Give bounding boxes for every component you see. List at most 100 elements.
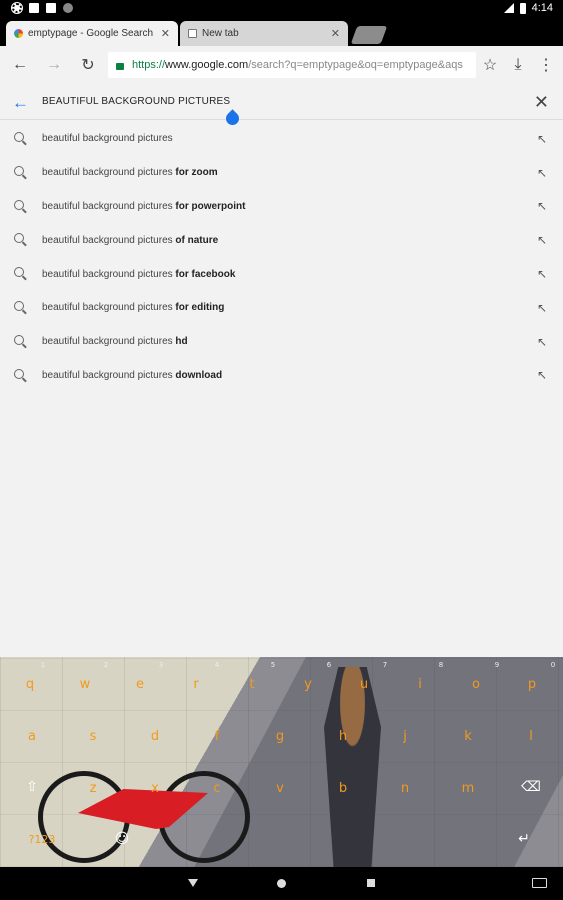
- battery-icon: [519, 2, 526, 14]
- suggestion-text: beautiful background pictures download: [42, 369, 223, 381]
- key-q[interactable]: q: [10, 677, 50, 692]
- key-z[interactable]: z: [73, 781, 113, 796]
- fill-query-icon[interactable]: ↖: [537, 166, 547, 180]
- nav-back-icon[interactable]: [188, 879, 198, 887]
- key-v[interactable]: v: [260, 781, 300, 796]
- key-a[interactable]: a: [12, 729, 52, 744]
- suggestion-text: beautiful background pictures of nature: [42, 234, 219, 246]
- search-icon: [14, 233, 24, 244]
- key-b[interactable]: b: [323, 781, 363, 796]
- suggestion-item[interactable]: beautiful background pictures for zoom ↖: [0, 156, 563, 190]
- emoji-key[interactable]: ☺: [102, 831, 142, 847]
- suggestion-item[interactable]: beautiful background pictures for facebo…: [0, 257, 563, 291]
- search-bar: ← BEAUTIFUL BACKGROUND PICTURES ✕: [0, 88, 563, 120]
- suggestion-text: beautiful background pictures hd: [42, 336, 188, 348]
- key-hint: 8: [438, 661, 444, 669]
- space-key[interactable]: [180, 835, 430, 853]
- suggestion-item[interactable]: beautiful background pictures of nature …: [0, 223, 563, 257]
- forward-button[interactable]: →: [43, 54, 65, 76]
- key-r[interactable]: r: [176, 677, 216, 692]
- search-input[interactable]: BEAUTIFUL BACKGROUND PICTURES: [42, 96, 230, 107]
- suggestion-item[interactable]: beautiful background pictures download ↖: [0, 359, 563, 393]
- key-hint: 0: [550, 661, 556, 669]
- key-w[interactable]: w: [65, 677, 105, 692]
- lock-icon: [116, 62, 124, 70]
- key-f[interactable]: f: [197, 729, 237, 744]
- suggestion-text: beautiful background pictures: [42, 133, 173, 145]
- key-x[interactable]: x: [135, 781, 175, 796]
- key-m[interactable]: m: [448, 781, 488, 796]
- page-icon: [188, 29, 197, 38]
- key-c[interactable]: c: [197, 781, 237, 796]
- fill-query-icon[interactable]: ↖: [537, 301, 547, 315]
- download-icon[interactable]: ⤓: [507, 54, 529, 76]
- symbols-key[interactable]: ?123: [22, 833, 62, 846]
- clear-search-icon[interactable]: ✕: [534, 92, 549, 113]
- key-y[interactable]: y: [288, 677, 328, 692]
- backspace-key[interactable]: ⌫: [511, 779, 551, 795]
- key-s[interactable]: s: [73, 729, 113, 744]
- key-i[interactable]: i: [400, 677, 440, 692]
- search-icon: [14, 132, 24, 142]
- notification-icon: [29, 3, 39, 13]
- suggestion-list: beautiful background pictures ↖ beautifu…: [0, 122, 563, 392]
- nav-recents-icon[interactable]: [367, 879, 375, 887]
- url-domain: www.google.com: [165, 59, 249, 71]
- key-n[interactable]: n: [385, 781, 425, 796]
- close-tab-icon[interactable]: ✕: [161, 27, 170, 40]
- address-bar[interactable]: https:// www.google.com /search?q=emptyp…: [108, 52, 476, 78]
- bookmark-star-icon[interactable]: ☆: [479, 54, 501, 76]
- tab-title: emptypage - Google Search: [28, 28, 154, 39]
- key-hint: 5: [270, 661, 276, 669]
- key-e[interactable]: e: [120, 677, 160, 692]
- back-button[interactable]: ←: [9, 54, 31, 76]
- suggestion-item[interactable]: beautiful background pictures for powerp…: [0, 190, 563, 224]
- suggestion-text: beautiful background pictures for powerp…: [42, 200, 246, 212]
- fill-query-icon[interactable]: ↖: [537, 368, 547, 382]
- key-hint: 6: [326, 661, 332, 669]
- key-t[interactable]: t: [232, 677, 272, 692]
- search-icon: [14, 368, 24, 379]
- search-back-icon[interactable]: ←: [12, 93, 29, 113]
- fill-query-icon[interactable]: ↖: [537, 199, 547, 213]
- search-icon: [14, 199, 24, 210]
- keyboard-switch-icon[interactable]: [532, 878, 547, 888]
- shift-key[interactable]: ⇧: [12, 779, 52, 795]
- key-h[interactable]: h: [323, 729, 363, 744]
- suggestion-text: beautiful background pictures for zoom: [42, 167, 218, 179]
- new-tab-button[interactable]: [350, 26, 388, 44]
- google-favicon-icon: [14, 29, 23, 38]
- enter-key[interactable]: ↵: [504, 831, 544, 847]
- key-hint: 7: [382, 661, 388, 669]
- key-hint: 9: [494, 661, 500, 669]
- key-p[interactable]: p: [512, 677, 552, 692]
- suggestion-item[interactable]: beautiful background pictures for editin…: [0, 291, 563, 325]
- key-j[interactable]: j: [385, 729, 425, 744]
- suggestion-item[interactable]: beautiful background pictures ↖: [0, 122, 563, 156]
- tab-strip: emptypage - Google Search ✕ New tab ✕: [0, 18, 563, 46]
- search-icon: [14, 334, 24, 345]
- key-g[interactable]: g: [260, 729, 300, 744]
- search-icon: [14, 165, 24, 176]
- nav-home-icon[interactable]: [277, 879, 286, 888]
- fill-query-icon[interactable]: ↖: [537, 335, 547, 349]
- tab-new-tab[interactable]: New tab ✕: [180, 21, 348, 46]
- url-scheme: https://: [132, 59, 166, 71]
- fill-query-icon[interactable]: ↖: [537, 267, 547, 281]
- key-hint: 2: [103, 661, 109, 669]
- key-u[interactable]: u: [344, 677, 384, 692]
- reload-button[interactable]: ↻: [77, 54, 99, 76]
- menu-icon[interactable]: ⋮: [535, 54, 557, 76]
- close-tab-icon[interactable]: ✕: [331, 27, 340, 40]
- tab-google-search[interactable]: emptypage - Google Search ✕: [6, 21, 178, 46]
- tab-title: New tab: [202, 28, 239, 39]
- fill-query-icon[interactable]: ↖: [537, 132, 547, 146]
- navigation-bar: [0, 867, 563, 900]
- fill-query-icon[interactable]: ↖: [537, 233, 547, 247]
- key-o[interactable]: o: [456, 677, 496, 692]
- key-d[interactable]: d: [135, 729, 175, 744]
- key-l[interactable]: l: [511, 729, 551, 744]
- search-icon: [14, 267, 24, 278]
- suggestion-item[interactable]: beautiful background pictures hd ↖: [0, 325, 563, 359]
- key-k[interactable]: k: [448, 729, 488, 744]
